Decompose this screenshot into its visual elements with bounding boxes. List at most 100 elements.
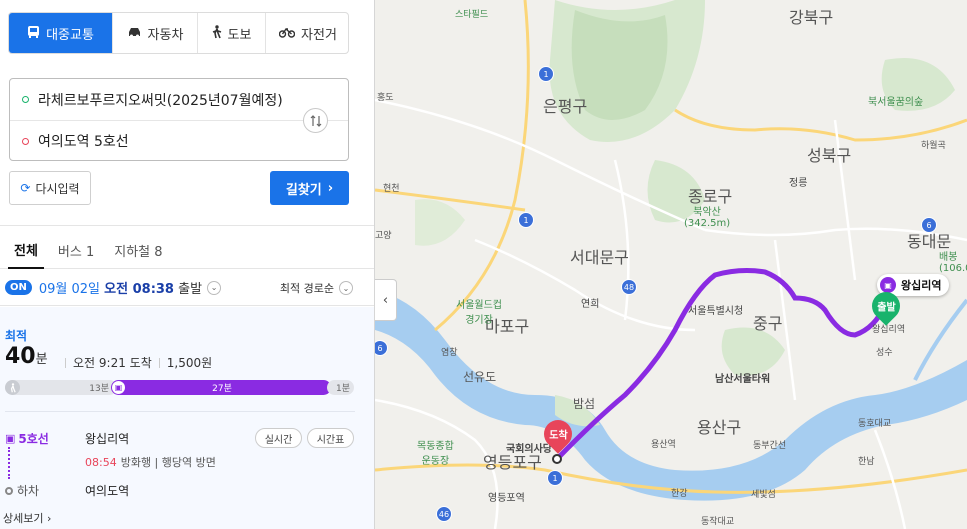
start-value: 라체르보푸르지오써밋(2025년07월예정): [38, 92, 283, 109]
chevron-down-icon[interactable]: ⌄: [207, 280, 222, 295]
map-label-road: 홍도: [377, 93, 394, 103]
alight-icon: [5, 486, 13, 495]
directions-panel: 대중교통 자동차 도보 자전거 라체르보푸르지오써밋(2025년07월예정) 여…: [0, 0, 375, 529]
map-label-road: 한강: [671, 489, 688, 499]
poi-name: 운동장: [421, 456, 450, 467]
tab-transit[interactable]: 대중교통: [9, 13, 112, 53]
bicycle-icon: [278, 26, 296, 41]
departure-time-bar: ON 09월 02일 오전 08:38 출발 ⌄ 최적 경로순 ⌄: [0, 270, 374, 306]
walk-icon: [5, 380, 20, 395]
route-shield-icon: 6: [921, 217, 937, 233]
map-label-poi: 북서울꿈의숲: [868, 97, 924, 108]
map-label-poi: 밤섬: [573, 397, 596, 411]
poi-name: 배봉: [939, 252, 958, 263]
map-label-poi: 서울특별시청: [688, 306, 744, 317]
route-shield-icon: 1: [518, 212, 534, 228]
start-station-label: 왕십리역: [901, 279, 942, 292]
alight-label: 하차: [17, 484, 40, 498]
park-area: [721, 327, 785, 376]
departure-time[interactable]: 09월 02일 오전 08:38 출발: [39, 278, 202, 297]
segment-bar: 13분 27분 ▣ 1분: [5, 380, 354, 395]
tab-car-label: 자동차: [147, 27, 184, 43]
line-name: 5호선: [18, 432, 49, 446]
next-train-info: 08:54 방화행 | 행당역 방면: [85, 454, 216, 470]
map-label-road: 한남: [858, 457, 875, 467]
poi-height: (342.5m): [684, 218, 731, 229]
departure-date: 09월 02일: [38, 282, 101, 297]
subway-icon: ▣: [5, 432, 16, 445]
result-tab-subway[interactable]: 지하철 8: [108, 232, 168, 268]
park-area: [415, 199, 465, 246]
on-badge[interactable]: ON: [5, 280, 32, 295]
transport-mode-tabs: 대중교통 자동차 도보 자전거: [8, 12, 349, 54]
sort-select[interactable]: 최적 경로순 ⌄: [280, 280, 353, 296]
tab-bicycle[interactable]: 자전거: [265, 13, 348, 53]
realtime-button[interactable]: 실시간: [255, 428, 302, 448]
map-label-district: 성북구: [807, 146, 852, 165]
tab-bicycle-label: 자전거: [301, 27, 337, 43]
tab-car[interactable]: 자동차: [112, 13, 197, 53]
reset-button[interactable]: ⟳ 다시입력: [9, 171, 91, 205]
reset-label: 다시입력: [35, 181, 80, 196]
duration-value: 40: [5, 344, 36, 369]
bus-icon: [27, 25, 40, 42]
route-result-card[interactable]: 최적 40분 오전 9:21 도착 1,500원 13분 27분 ▣ 1분 ▣ …: [0, 307, 374, 529]
refresh-icon: ⟳: [20, 181, 31, 195]
segment-walk: 13분: [5, 380, 117, 395]
map-label-road: 동호대교: [858, 419, 892, 429]
poi-name: 목동종합: [417, 441, 454, 452]
tab-walk[interactable]: 도보: [197, 13, 265, 53]
start-pin-label: 출발: [876, 302, 896, 314]
map-label-road: 성수: [876, 348, 893, 358]
end-field[interactable]: 여의도역 5호선: [10, 120, 348, 161]
map-label-poi: 북악산 (342.5m): [684, 203, 730, 229]
map-label-poi: 스타필드: [455, 10, 489, 20]
poi-name: 서울월드컵: [456, 300, 502, 311]
route-shield-icon: 48: [621, 279, 637, 295]
map-view[interactable]: 강북구 은평구 성북구 종로구 서대문구 마포구 중구 용산구 영등포구 동대문…: [375, 0, 967, 529]
car-icon: [127, 26, 142, 41]
chevron-left-icon: ‹: [382, 292, 389, 308]
map-label-road: 세빛섬: [751, 490, 776, 500]
route-shield-icon: 1: [538, 66, 554, 82]
divider: [0, 225, 374, 226]
end-dot-icon: [22, 137, 29, 145]
map-label-poi: 서울월드컵 경기장: [456, 296, 502, 326]
result-tab-all[interactable]: 전체: [8, 232, 44, 269]
alight-step: 하차: [5, 482, 39, 499]
map-label-poi: 연희: [581, 299, 600, 310]
map-label-poi: 배봉 (106.0: [939, 248, 967, 274]
find-label: 길찾기: [285, 182, 322, 198]
chevron-right-icon: ›: [327, 180, 334, 196]
map-label-district: 강북구: [789, 8, 834, 27]
walk-icon: [212, 24, 222, 42]
end-value: 여의도역 5호선: [38, 134, 129, 150]
find-route-button[interactable]: 길찾기 ›: [270, 171, 349, 205]
divider: [158, 357, 160, 368]
departure-clock: 오전 08:38: [104, 282, 174, 297]
collapse-panel-button[interactable]: ‹: [375, 279, 397, 321]
map-label-district: 용산구: [697, 418, 742, 437]
map-label-district: 서대문구: [570, 248, 629, 267]
segment-subway: 27분: [113, 380, 331, 395]
route-input-box: 라체르보푸르지오써밋(2025년07월예정) 여의도역 5호선: [9, 78, 349, 161]
start-field[interactable]: 라체르보푸르지오써밋(2025년07월예정): [10, 79, 348, 120]
result-tab-bus[interactable]: 버스 1: [52, 232, 100, 268]
swap-button[interactable]: [303, 108, 328, 133]
line-label: ▣ 5호선: [5, 430, 49, 447]
map-label-road: 동부간선: [753, 441, 787, 451]
fare: 1,500원: [166, 356, 213, 370]
map-label-district: 은평구: [543, 97, 588, 116]
arrival-time: 오전 9:21 도착: [73, 356, 152, 370]
map-label-poi: 남산서울타워: [715, 374, 771, 385]
tab-transit-label: 대중교통: [46, 27, 94, 43]
segment-walk: 1분: [327, 380, 354, 395]
map-label-road: 고양: [375, 231, 392, 241]
departure-suffix: 출발: [178, 282, 203, 297]
poi-name: 경기장: [465, 315, 493, 326]
swap-icon: [310, 114, 321, 127]
alight-station[interactable]: 여의도역: [85, 482, 129, 499]
board-station[interactable]: 왕십리역: [85, 430, 129, 447]
detail-link[interactable]: 상세보기 ›: [3, 510, 51, 526]
timetable-button[interactable]: 시간표: [307, 428, 354, 448]
